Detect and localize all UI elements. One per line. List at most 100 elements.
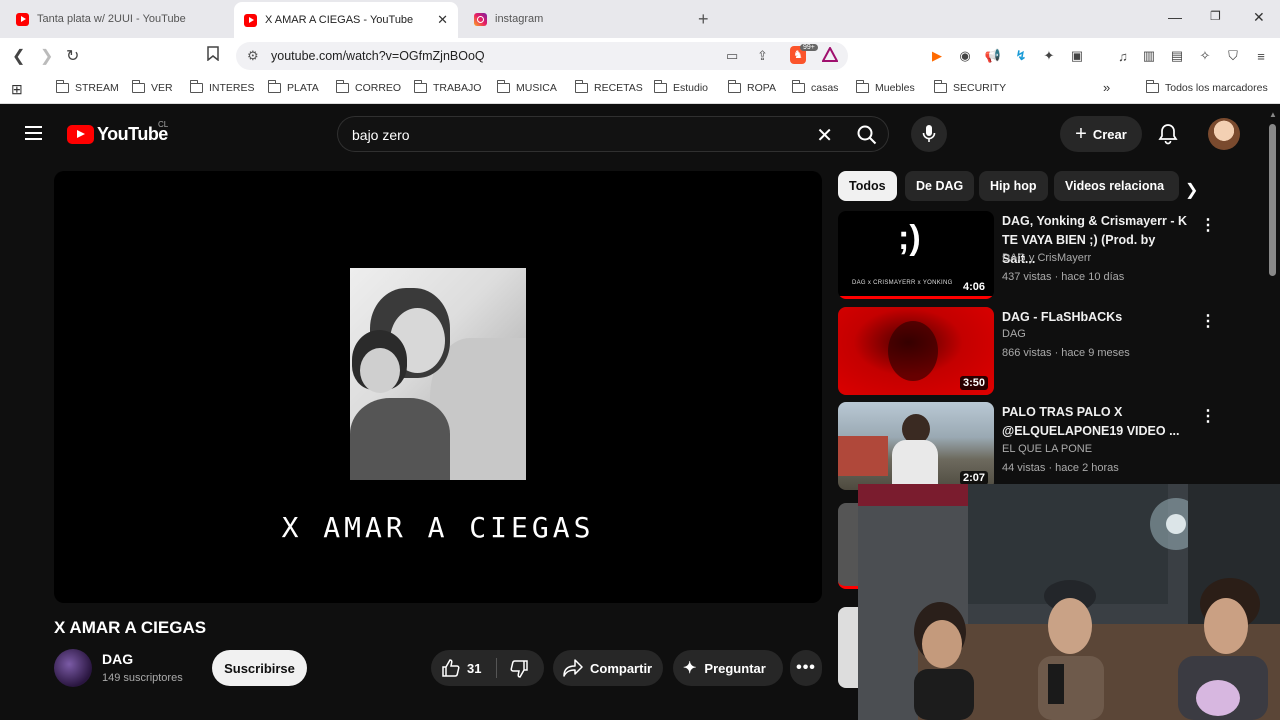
folder-icon <box>654 80 667 93</box>
apps-grid-icon[interactable]: ⊞ <box>11 81 23 98</box>
webcam-scene-image <box>858 484 1280 720</box>
channel-avatar[interactable] <box>54 649 92 687</box>
dislike-icon[interactable] <box>509 659 529 679</box>
bookmark-folder[interactable]: ROPA <box>728 80 776 94</box>
bookmark-folder[interactable]: TRABAJO <box>414 80 481 94</box>
share-button[interactable]: Compartir <box>553 650 663 686</box>
scroll-up-arrow-icon[interactable]: ▲ <box>1269 110 1277 119</box>
recommendation-channel[interactable]: DAG <box>1002 328 1026 340</box>
close-tab-icon[interactable]: ✕ <box>437 12 448 28</box>
bookmark-folder[interactable]: Muebles <box>856 80 915 94</box>
reload-icon[interactable]: ↻ <box>66 46 79 66</box>
search-query: bajo zero <box>352 127 410 143</box>
bookmark-folder[interactable]: VER <box>132 80 173 94</box>
tab-title: Tanta plata w/ 2UUI - YouTube <box>37 13 186 25</box>
tab-title: instagram <box>495 13 544 25</box>
wallet-icon[interactable]: ▤ <box>1169 48 1185 64</box>
recommendation-meta: 44 vistas · hace 2 horas <box>1002 462 1119 474</box>
video-player[interactable]: X AMAR A CIEGAS <box>54 171 822 603</box>
bookmark-icon[interactable] <box>207 46 219 66</box>
chip-de-dag[interactable]: De DAG <box>905 171 975 201</box>
bookmark-folder[interactable]: STREAM <box>56 80 119 94</box>
back-icon[interactable]: ❮ <box>12 46 25 66</box>
recommendation-title[interactable]: PALO TRAS PALO X @ELQUELAPONE19 VIDEO ..… <box>1002 403 1192 441</box>
video-duration: 3:50 <box>959 376 988 390</box>
more-actions-button[interactable]: ••• <box>790 650 822 686</box>
camera-extension-icon[interactable]: ◉ <box>957 48 973 64</box>
bookmark-folder[interactable]: SECURITY <box>934 80 1006 94</box>
bookmark-folder[interactable]: MUSICA <box>497 80 557 94</box>
more-vertical-icon[interactable]: ⋮ <box>1200 215 1216 235</box>
more-vertical-icon[interactable]: ⋮ <box>1200 311 1216 331</box>
all-bookmarks-folder[interactable]: Todos los marcadores <box>1146 80 1268 94</box>
extensions-puzzle-icon[interactable]: ✦ <box>1041 48 1057 64</box>
tab-2-active[interactable]: X AMAR A CIEGAS - YouTube ✕ <box>234 2 458 38</box>
thumb-caption: DAG x CRISMAYERR x YONKING <box>852 280 953 286</box>
recommendation-channel[interactable]: DAG y CrisMayerr <box>1002 252 1091 264</box>
search-input[interactable]: bajo zero ✕ <box>337 116 845 152</box>
cast-icon[interactable]: ▭ <box>726 48 738 64</box>
bookmark-folder[interactable]: CORREO <box>336 80 401 94</box>
hamburger-menu-icon[interactable] <box>25 126 42 140</box>
chip-todos[interactable]: Todos <box>838 171 897 201</box>
sidebar-icon[interactable]: ▥ <box>1141 48 1157 64</box>
more-vertical-icon[interactable]: ⋮ <box>1200 406 1216 426</box>
url-omnibox[interactable]: ⚙ youtube.com/watch?v=OGfmZjnBOoQ ▭ ⇪ ♞ … <box>236 42 848 70</box>
recommendation-item[interactable]: 2:07 PALO TRAS PALO X @ELQUELAPONE19 VID… <box>838 402 1218 492</box>
chip-hip-hop[interactable]: Hip hop <box>979 171 1048 201</box>
account-avatar[interactable] <box>1208 118 1240 150</box>
search-button[interactable] <box>845 116 889 152</box>
chips-next-arrow-icon[interactable]: ❯ <box>1185 180 1198 200</box>
shield-badge: 99+ <box>800 44 818 51</box>
new-tab-button[interactable]: + <box>698 9 709 30</box>
tab-3[interactable]: instagram <box>464 6 690 32</box>
minimize-icon[interactable]: — <box>1168 9 1182 25</box>
folder-icon <box>56 80 69 93</box>
ask-button[interactable]: ✦ Preguntar <box>673 650 783 686</box>
channel-name[interactable]: DAG <box>102 651 133 667</box>
chip-videos-relacionados[interactable]: Videos relaciona <box>1054 171 1179 201</box>
recommendation-item[interactable]: 3:50 DAG - FLaSHbACKs DAG 866 vistas · h… <box>838 307 1218 397</box>
bookmark-folder[interactable]: Estudio <box>654 80 708 94</box>
menu-icon[interactable]: ≡ <box>1253 48 1269 64</box>
plus-icon: + <box>1075 122 1087 145</box>
recommendation-title[interactable]: DAG - FLaSHbACKs <box>1002 308 1192 327</box>
folder-icon <box>268 80 281 93</box>
bookmark-folder[interactable]: PLATA <box>268 80 319 94</box>
recommendation-channel[interactable]: EL QUE LA PONE <box>1002 443 1092 455</box>
bookmark-folder[interactable]: RECETAS <box>575 80 643 94</box>
bookmark-folder[interactable]: casas <box>792 80 838 94</box>
tab-1[interactable]: Tanta plata w/ 2UUI - YouTube <box>6 6 232 32</box>
restore-icon[interactable]: ❐ <box>1210 9 1221 23</box>
subscribe-button[interactable]: Suscribirse <box>212 650 307 686</box>
music-icon[interactable]: ♫ <box>1115 48 1131 64</box>
close-window-icon[interactable]: ✕ <box>1253 9 1265 26</box>
brave-rewards-icon[interactable] <box>821 45 839 65</box>
more-bookmarks-icon[interactable]: » <box>1103 80 1110 95</box>
notifications-bell-icon[interactable] <box>1158 123 1178 145</box>
bookmark-folder[interactable]: INTERES <box>190 80 255 94</box>
clear-search-icon[interactable]: ✕ <box>816 123 833 148</box>
video-thumbnail[interactable]: 3:50 <box>838 307 994 395</box>
translate-extension-icon[interactable]: ↯ <box>1013 48 1029 64</box>
share-page-icon[interactable]: ⇪ <box>757 48 768 64</box>
create-button[interactable]: + Crear <box>1060 116 1142 152</box>
ai-assistant-icon[interactable]: ✧ <box>1197 48 1213 64</box>
vpn-icon[interactable]: ⛉ <box>1225 48 1241 64</box>
page-scrollbar[interactable] <box>1269 124 1276 276</box>
voice-search-button[interactable] <box>911 116 947 152</box>
youtube-logo[interactable]: YouTube <box>67 124 168 145</box>
folder-icon <box>497 80 510 93</box>
site-info-icon[interactable]: ⚙ <box>247 48 259 64</box>
screenshot-extension-icon[interactable]: ▣ <box>1069 48 1085 64</box>
recommendation-item[interactable]: ;) DAG x CRISMAYERR x YONKING 4:06 DAG, … <box>838 211 1218 301</box>
video-thumbnail[interactable] <box>838 503 858 589</box>
forward-icon[interactable]: ❯ <box>40 46 53 66</box>
megaphone-extension-icon[interactable]: 📢 <box>985 48 1001 64</box>
video-thumbnail[interactable]: 2:07 <box>838 402 994 490</box>
play-extension-icon[interactable]: ▶ <box>929 48 945 64</box>
microphone-icon <box>922 125 936 142</box>
like-icon[interactable] <box>441 658 461 678</box>
video-thumbnail[interactable] <box>838 607 858 688</box>
video-thumbnail[interactable]: ;) DAG x CRISMAYERR x YONKING 4:06 <box>838 211 994 299</box>
